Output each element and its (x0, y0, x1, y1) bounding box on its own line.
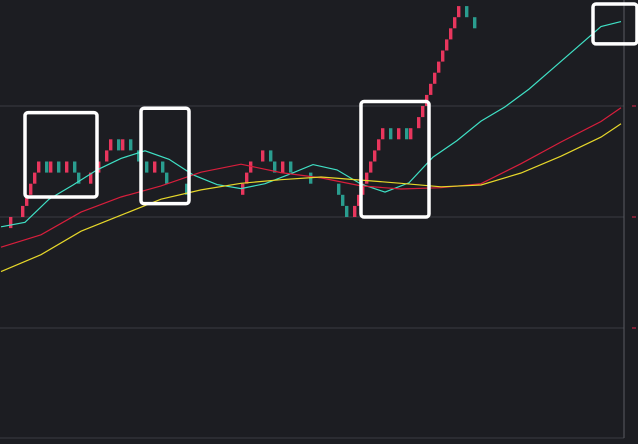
renko-brick-111 (445, 39, 449, 51)
renko-brick-29 (117, 139, 121, 151)
renko-brick-9 (37, 161, 41, 173)
renko-brick-7 (29, 183, 33, 195)
renko-brick-97 (389, 128, 393, 140)
renko-brick-95 (381, 128, 385, 140)
renko-brick-113 (453, 17, 457, 29)
renko-brick-104 (417, 117, 421, 129)
renko-brick-36 (145, 161, 149, 173)
renko-brick-101 (405, 128, 409, 140)
renko-chart (0, 0, 638, 444)
renko-brick-2 (9, 217, 13, 229)
renko-brick-41 (165, 172, 169, 184)
renko-brick-60 (241, 183, 245, 195)
renko-brick-8 (33, 172, 37, 184)
renko-brick-93 (373, 150, 377, 162)
renko-brick-38 (153, 161, 157, 173)
renko-brick-85 (341, 194, 345, 206)
renko-brick-27 (109, 139, 113, 151)
renko-brick-109 (437, 61, 441, 73)
renko-brick-40 (161, 161, 165, 173)
chart-background (0, 0, 638, 444)
renko-brick-11 (45, 161, 49, 173)
renko-brick-86 (345, 205, 349, 217)
renko-brick-92 (369, 161, 373, 173)
renko-brick-105 (421, 106, 425, 118)
renko-brick-30 (121, 139, 125, 151)
renko-brick-61 (245, 172, 249, 184)
renko-brick-18 (73, 161, 77, 173)
renko-brick-108 (433, 72, 437, 84)
renko-brick-84 (337, 183, 341, 195)
renko-brick-118 (473, 17, 477, 29)
renko-brick-5 (21, 205, 25, 217)
renko-brick-16 (65, 161, 69, 173)
renko-brick-99 (397, 128, 401, 140)
renko-brick-26 (105, 150, 109, 162)
renko-brick-102 (409, 128, 413, 140)
renko-brick-110 (441, 50, 445, 62)
renko-brick-114 (457, 6, 461, 18)
renko-brick-94 (377, 139, 381, 151)
renko-brick-32 (129, 139, 133, 151)
renko-brick-12 (49, 161, 53, 173)
renko-brick-72 (289, 161, 293, 173)
renko-brick-70 (281, 161, 285, 173)
renko-brick-65 (261, 150, 265, 162)
renko-brick-88 (353, 205, 357, 217)
renko-brick-67 (269, 150, 273, 162)
renko-brick-112 (449, 28, 453, 40)
renko-brick-107 (429, 83, 433, 95)
renko-brick-116 (465, 6, 469, 18)
renko-brick-91 (365, 172, 369, 184)
renko-brick-14 (57, 161, 61, 173)
